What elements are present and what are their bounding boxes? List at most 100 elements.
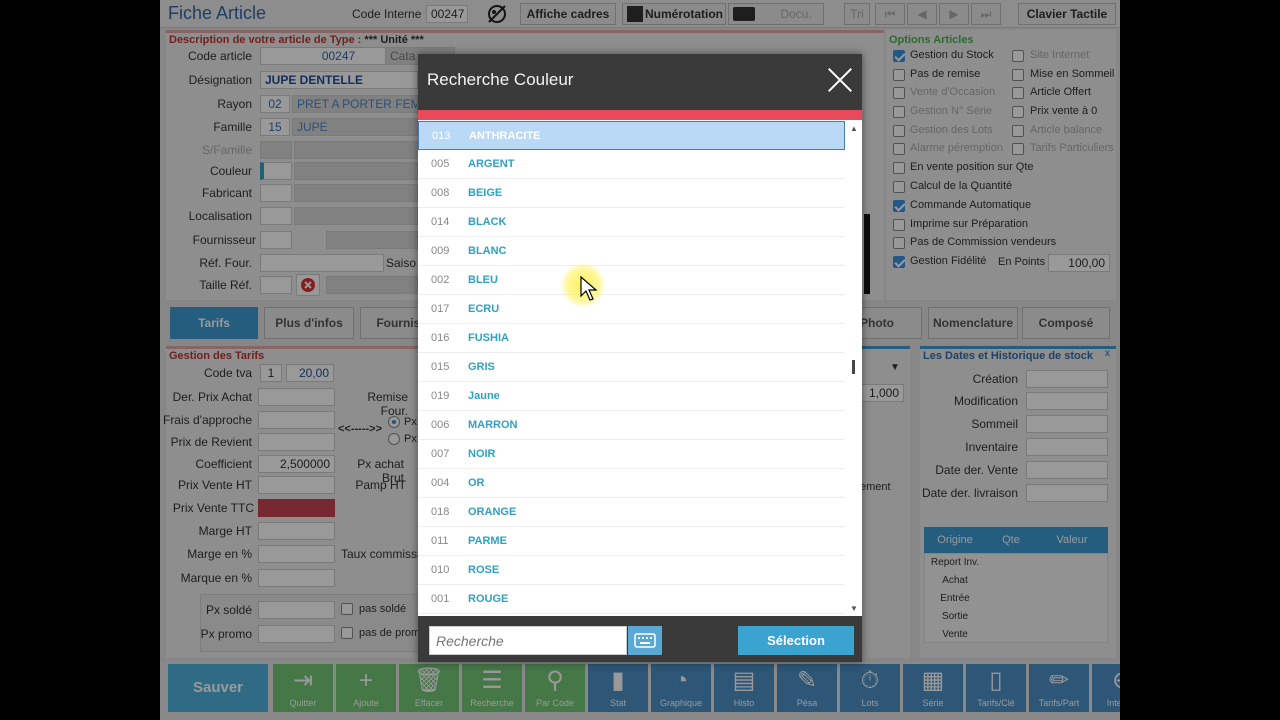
- lots-button[interactable]: ⏱ Lots: [840, 664, 900, 712]
- dropdown-chevron-icon[interactable]: ▼: [890, 362, 900, 373]
- color-list-item[interactable]: 008 BEIGE: [418, 179, 845, 208]
- color-list-item[interactable]: 017 ECRU: [418, 295, 845, 324]
- selection-button[interactable]: Sélection: [738, 626, 854, 655]
- option-checkbox[interactable]: [893, 143, 905, 155]
- numerotation-button[interactable]: Numérotation: [622, 3, 726, 25]
- color-list-item[interactable]: 010 ROSE: [418, 556, 845, 585]
- stat-button[interactable]: ▮ Stat: [588, 664, 648, 712]
- option-checkbox[interactable]: [893, 219, 905, 231]
- prix-vente-ttc-field[interactable]: [258, 499, 335, 517]
- option-checkbox[interactable]: [893, 125, 905, 137]
- color-list-item[interactable]: 015 GRIS: [418, 353, 845, 382]
- sauver-button[interactable]: Sauver: [168, 664, 268, 712]
- last-record-icon[interactable]: ⏭: [971, 3, 1001, 25]
- option-checkbox[interactable]: [893, 87, 905, 99]
- p-sa-button[interactable]: ✎ Pésa: [777, 664, 837, 712]
- option-checkbox[interactable]: [1012, 50, 1024, 62]
- recherche-button[interactable]: ☰ Recherche: [462, 664, 522, 712]
- tab-compose[interactable]: Composé: [1022, 307, 1110, 339]
- fournisseur-code-field[interactable]: [260, 231, 292, 249]
- effacer-button[interactable]: 🗑 Effacer: [399, 664, 459, 712]
- color-list-item[interactable]: 006 MARRON: [418, 411, 845, 440]
- color-list-item[interactable]: 016 FUSHIA: [418, 324, 845, 353]
- option-checkbox[interactable]: [893, 162, 905, 174]
- der-prix-achat-field[interactable]: [258, 388, 335, 406]
- option-checkbox[interactable]: [1012, 69, 1024, 81]
- tab-plus-infos[interactable]: Plus d'infos: [264, 307, 354, 339]
- option-checkbox[interactable]: [893, 106, 905, 118]
- marque-pct-field[interactable]: [258, 569, 335, 587]
- option-checkbox[interactable]: [893, 69, 905, 81]
- px-radio-1[interactable]: [388, 416, 400, 428]
- middle-qty-field[interactable]: 1,000: [860, 384, 904, 402]
- pas-solde-checkbox[interactable]: [341, 603, 353, 615]
- color-list-item[interactable]: 009 BLANC: [418, 237, 845, 266]
- s-rie-button[interactable]: ▦ Série: [903, 664, 963, 712]
- tarifs-part-button[interactable]: ✏ Tarifs/Part: [1029, 664, 1089, 712]
- option-checkbox[interactable]: [893, 237, 905, 249]
- option-checkbox[interactable]: [893, 256, 905, 268]
- color-list-item[interactable]: 019 Jaune: [418, 382, 845, 411]
- fabricant-code-field[interactable]: [260, 184, 292, 202]
- color-list-item[interactable]: 013 ANTHRACITE: [418, 121, 845, 150]
- en-points-field[interactable]: 100,00: [1048, 254, 1110, 272]
- code-tva-field[interactable]: 1: [260, 364, 282, 382]
- option-checkbox[interactable]: [1012, 87, 1024, 99]
- marge-ht-field[interactable]: [258, 522, 335, 540]
- tarifs-cl--button[interactable]: ▯ Tarifs/Clé: [966, 664, 1026, 712]
- scroll-down-icon[interactable]: ▼: [850, 604, 858, 613]
- px-solde-field[interactable]: [258, 601, 335, 619]
- internet-button[interactable]: ⊕Internet: [1092, 664, 1120, 712]
- ajoute-button[interactable]: + Ajoute: [336, 664, 396, 712]
- localisation-code-field[interactable]: [260, 207, 292, 225]
- next-record-icon[interactable]: ▶: [939, 3, 969, 25]
- tri-button[interactable]: Tri: [844, 3, 870, 25]
- coefficient-field[interactable]: 2,500000: [258, 455, 335, 473]
- tab-nomenclature[interactable]: Nomenclature: [928, 307, 1018, 339]
- option-checkbox[interactable]: [1012, 106, 1024, 118]
- color-list-item[interactable]: 007 NOIR: [418, 440, 845, 469]
- option-checkbox[interactable]: [1012, 125, 1024, 137]
- first-record-icon[interactable]: ⏮: [875, 3, 905, 25]
- tab-tarifs[interactable]: Tarifs: [170, 307, 258, 339]
- frais-approche-field[interactable]: [258, 411, 335, 429]
- afficher-cadres-button[interactable]: Affiche cadres: [520, 3, 616, 25]
- color-list-item[interactable]: 005 ARGENT: [418, 150, 845, 179]
- clavier-tactile-button[interactable]: Clavier Tactile: [1018, 3, 1116, 25]
- prev-record-icon[interactable]: ◀: [907, 3, 937, 25]
- ref-four-field[interactable]: [260, 254, 384, 272]
- px-radio-2[interactable]: [388, 433, 400, 445]
- list-scrollbar[interactable]: ▲ ▼: [846, 120, 862, 616]
- option-checkbox[interactable]: [1012, 143, 1024, 155]
- close-icon[interactable]: [826, 66, 854, 94]
- couleur-code-field[interactable]: [260, 162, 292, 180]
- option-checkbox[interactable]: [893, 200, 905, 212]
- graphique-button[interactable]: ◔ Graphique: [651, 664, 711, 712]
- color-list-item[interactable]: 011 PARME: [418, 527, 845, 556]
- famille-code-field[interactable]: 15: [260, 118, 290, 136]
- quitter-button[interactable]: ⇥ Quitter: [273, 664, 333, 712]
- histo-button[interactable]: ▤ Histo: [714, 664, 774, 712]
- rayon-code-field[interactable]: 02: [260, 95, 290, 113]
- prix-vente-ht-field[interactable]: [258, 476, 335, 494]
- keyboard-icon[interactable]: [628, 626, 662, 655]
- color-list-item[interactable]: 002 BLEU: [418, 266, 845, 295]
- color-list-item[interactable]: 018 ORANGE: [418, 498, 845, 527]
- clear-taille-icon[interactable]: [296, 274, 320, 296]
- option-checkbox[interactable]: [893, 50, 905, 62]
- prix-revient-field[interactable]: [258, 433, 335, 451]
- px-promo-field[interactable]: [258, 625, 335, 643]
- par-code-button[interactable]: ⚲ Par Code: [525, 664, 585, 712]
- scroll-thumb[interactable]: [852, 360, 855, 374]
- dates-close-icon[interactable]: x: [1105, 348, 1110, 359]
- docu-button[interactable]: Docu.: [728, 3, 824, 25]
- color-list-item[interactable]: 001 ROUGE: [418, 585, 845, 614]
- designation-field[interactable]: JUPE DENTELLE: [260, 71, 418, 89]
- option-checkbox[interactable]: [893, 181, 905, 193]
- marge-pct-field[interactable]: [258, 545, 335, 563]
- no-image-icon[interactable]: [485, 3, 509, 25]
- color-list-item[interactable]: 004 OR: [418, 469, 845, 498]
- taille-ref-field[interactable]: [260, 276, 292, 294]
- pas-promo-checkbox[interactable]: [341, 627, 353, 639]
- search-input[interactable]: [429, 626, 627, 655]
